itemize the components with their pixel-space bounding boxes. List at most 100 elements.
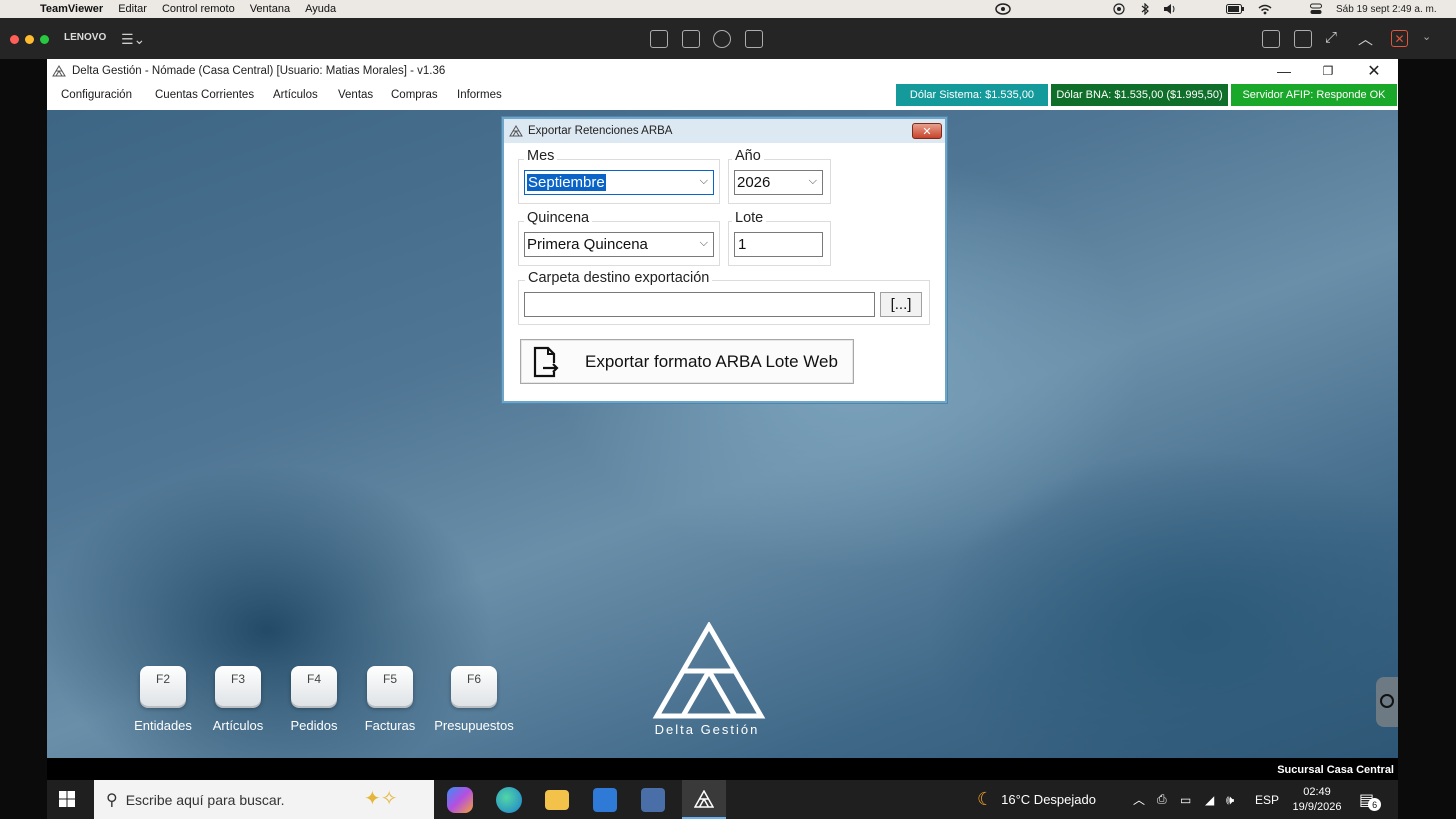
dialog-title: Exportar Retenciones ARBA — [528, 125, 673, 137]
copilot-icon[interactable] — [447, 787, 473, 813]
shortcut-label: Facturas — [364, 718, 416, 733]
control-center-icon[interactable] — [1310, 0, 1322, 18]
edit-icon[interactable] — [1294, 30, 1312, 48]
quincena-value: Primera Quincena — [527, 236, 648, 253]
restore-button[interactable]: ❐ — [1306, 59, 1350, 83]
f4-key: F4 — [291, 666, 337, 706]
lote-label: Lote — [732, 210, 767, 226]
menu-compras[interactable]: Compras — [391, 89, 438, 101]
f2-key: F2 — [140, 666, 186, 706]
meet-icon[interactable]: ⎙ — [1157, 780, 1167, 819]
quincena-label: Quincena — [524, 210, 593, 226]
notification-center[interactable]: ▤ 6 — [1359, 780, 1387, 819]
quincena-select[interactable]: Primera Quincena ⌵ — [524, 232, 714, 257]
chevron-up-icon[interactable]: ︿ — [1358, 28, 1373, 49]
search-icon: ⚲ — [106, 791, 118, 809]
mes-value: Septiembre — [527, 174, 606, 191]
shortcut-facturas[interactable]: F5 Facturas — [345, 666, 435, 733]
anio-value: 2026 — [737, 174, 771, 191]
lote-input[interactable]: 1 — [734, 232, 823, 257]
clock-date: 19/9/2026 — [1292, 800, 1342, 813]
menu-informes[interactable]: Informes — [457, 89, 502, 101]
menu-configuracion[interactable]: Configuración — [61, 89, 132, 101]
battery-icon[interactable]: ▭ — [1180, 780, 1191, 819]
clipboard-icon[interactable] — [1262, 30, 1280, 48]
chevron-down-icon[interactable]: ⌄ — [1422, 30, 1431, 43]
weather-widget[interactable]: ☾ 16°C Despejado — [977, 780, 1096, 819]
battery-icon[interactable] — [1226, 0, 1244, 18]
mac-app-name[interactable]: TeamViewer — [40, 3, 103, 15]
shortcut-label: Presupuestos — [434, 718, 514, 733]
anio-select[interactable]: 2026 ⌵ — [734, 170, 823, 195]
browse-folder-button[interactable]: [...] — [880, 292, 922, 317]
end-session-icon[interactable]: ✕ — [1391, 30, 1408, 47]
mac-menu-control-remoto[interactable]: Control remoto — [162, 3, 235, 15]
volume-icon[interactable] — [1163, 0, 1177, 18]
hamburger-menu-icon[interactable]: ☰⌄ — [121, 31, 145, 48]
present-icon[interactable] — [745, 30, 763, 48]
carpeta-label: Carpeta destino exportación — [525, 270, 713, 286]
mes-select[interactable]: Septiembre ⌵ — [524, 170, 714, 195]
delta-gestion-window: Delta Gestión - Nómade (Casa Central) [U… — [47, 59, 1398, 758]
zoom-window-button[interactable] — [40, 35, 49, 44]
fullscreen-icon[interactable]: ⤢ — [1325, 29, 1337, 46]
export-file-icon — [533, 346, 559, 377]
dialog-close-button[interactable]: ✕ — [912, 123, 942, 139]
close-window-button[interactable] — [10, 35, 19, 44]
actions-icon[interactable] — [713, 30, 731, 48]
export-button-label: Exportar formato ARBA Lote Web — [585, 351, 838, 371]
wifi-icon[interactable] — [1258, 0, 1272, 18]
export-arba-button[interactable]: Exportar formato ARBA Lote Web — [520, 339, 854, 384]
mac-menu-bar: TeamViewer Editar Control remoto Ventana… — [0, 0, 1456, 18]
dialog-body: Mes Septiembre ⌵ Año 2026 ⌵ Quincena Pri… — [504, 143, 945, 401]
language-indicator[interactable]: ESP — [1255, 780, 1279, 819]
delta-gestion-taskbar-icon[interactable] — [682, 780, 726, 819]
branch-label: Sucursal Casa Central — [47, 758, 1398, 780]
minimize-button[interactable]: — — [1262, 59, 1306, 83]
file-transfer-icon[interactable] — [682, 30, 700, 48]
window-title-bar: Delta Gestión - Nómade (Casa Central) [U… — [47, 59, 1398, 83]
weather-moon-icon: ☾ — [977, 789, 994, 809]
dialog-title-bar: Exportar Retenciones ARBA — [504, 119, 945, 143]
taskbar-search-box[interactable]: ⚲ Escribe aquí para buscar. ✦✧ — [94, 780, 434, 819]
minimize-window-button[interactable] — [25, 35, 34, 44]
dolar-bna-badge: Dólar BNA: $1.535,00 ($1.995,50) — [1051, 84, 1228, 106]
chevron-down-icon: ⌵ — [699, 175, 708, 187]
airdrop-icon[interactable] — [1113, 0, 1125, 18]
mac-clock[interactable]: Sáb 19 sept 2:49 a. m. — [1336, 0, 1437, 18]
mac-menu-editar[interactable]: Editar — [118, 3, 147, 15]
logo-text: Delta Gestión — [654, 722, 760, 737]
network-icon[interactable]: ◢ — [1205, 780, 1214, 819]
notification-count: 6 — [1368, 798, 1382, 811]
menu-ventas[interactable]: Ventas — [338, 89, 373, 101]
bluetooth-icon[interactable] — [1140, 0, 1150, 18]
f5-key: F5 — [367, 666, 413, 706]
teamviewer-toolbar: LENOVO ☰⌄ ⤢ ︿ ✕ ⌄ — [0, 18, 1456, 59]
anio-label: Año — [732, 148, 764, 164]
shortcut-presupuestos[interactable]: F6 Presupuestos — [429, 666, 519, 733]
carpeta-input[interactable] — [524, 292, 875, 317]
clock-time: 02:49 — [1303, 785, 1331, 798]
mac-menu-ventana[interactable]: Ventana — [250, 3, 290, 15]
creative-cloud-icon[interactable] — [995, 0, 1011, 18]
window-title: Delta Gestión - Nómade (Casa Central) [U… — [72, 65, 446, 77]
mac-menu-ayuda[interactable]: Ayuda — [305, 3, 336, 15]
file-explorer-icon[interactable] — [545, 790, 569, 810]
mes-label: Mes — [524, 148, 558, 164]
show-hidden-icons[interactable]: ︿ — [1133, 780, 1145, 819]
store-icon[interactable] — [593, 788, 617, 812]
menu-cuentas-corrientes[interactable]: Cuentas Corrientes — [155, 89, 254, 101]
minus-circle-icon — [1380, 694, 1394, 708]
windows-start-icon[interactable] — [59, 791, 75, 807]
f6-key: F6 — [451, 666, 497, 706]
close-button[interactable]: ✕ — [1352, 59, 1396, 83]
f3-key: F3 — [215, 666, 261, 706]
edge-icon[interactable] — [496, 787, 522, 813]
teamviewer-side-tab[interactable] — [1376, 677, 1398, 727]
taskbar-clock[interactable]: 02:49 19/9/2026 — [1287, 780, 1347, 819]
windows-taskbar: ⚲ Escribe aquí para buscar. ✦✧ ☾ 16°C De… — [47, 780, 1398, 819]
speaker-icon[interactable]: 🕪 — [1226, 780, 1234, 819]
menu-articulos[interactable]: Artículos — [273, 89, 318, 101]
app-icon[interactable] — [641, 788, 665, 812]
remote-desktop-icon[interactable] — [650, 30, 668, 48]
